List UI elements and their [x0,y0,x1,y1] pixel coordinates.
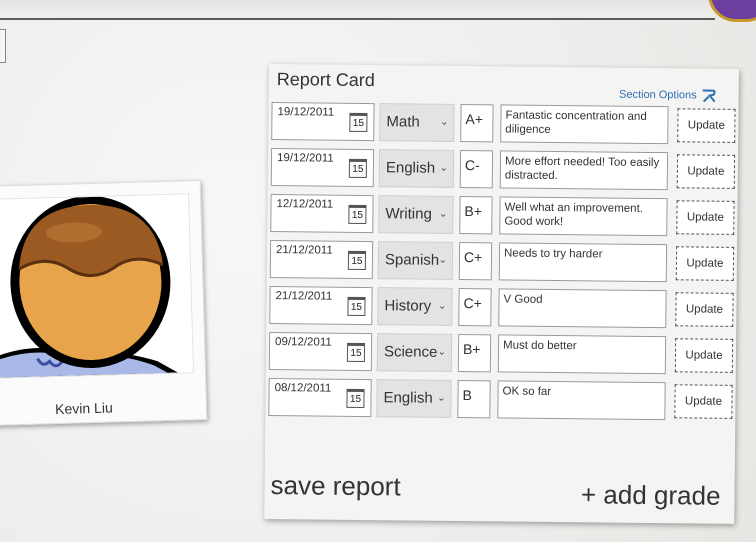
date-value: 19/12/2011 [277,106,335,119]
date-value: 09/12/2011 [275,336,332,349]
chevron-down-icon: ⌄ [437,392,446,404]
add-grade-button[interactable]: + add grade [581,479,721,511]
date-field[interactable]: 21/12/2011 15 [269,240,374,280]
comment-field[interactable]: Needs to try harder [498,242,668,283]
calendar-icon[interactable]: 15 [348,158,368,179]
top-rule [0,0,715,20]
student-avatar [0,193,194,379]
grade-rows: 19/12/2011 15 Math ⌄ A+ Fantastic concen… [268,64,739,421]
subject-dropdown[interactable]: Spanish ⌄ [377,241,454,280]
report-card-panel: Report Card Section Options 19/12/2011 1… [264,64,739,524]
subject-value: History [384,297,432,315]
calendar-icon[interactable]: 15 [347,296,366,317]
comment-field[interactable]: V Good [498,288,667,329]
subject-value: Writing [385,205,432,223]
section-options-label: Section Options [618,88,697,102]
left-edge-control[interactable] [0,29,6,63]
update-button[interactable]: Update [675,292,734,327]
date-field[interactable]: 09/12/2011 15 [268,332,373,372]
calendar-icon[interactable]: 15 [346,342,366,363]
date-value: 21/12/2011 [275,244,333,257]
grade-field[interactable]: C+ [458,242,493,281]
date-field[interactable]: 12/12/2011 15 [270,194,374,234]
chevron-down-icon: ⌄ [438,254,448,266]
date-value: 12/12/2011 [276,198,334,211]
subject-dropdown[interactable]: Writing ⌄ [378,195,454,234]
grade-field[interactable]: B+ [459,196,493,235]
subject-value: English [385,159,436,177]
date-value: 19/12/2011 [276,152,334,165]
avatar-illustration [0,196,178,378]
subject-value: Science [383,343,438,361]
student-name: Kevin Liu [54,399,113,418]
subject-dropdown[interactable]: English ⌄ [376,379,452,418]
comment-field[interactable]: OK so far [497,380,666,421]
calendar-icon[interactable]: 15 [346,388,365,409]
grade-field[interactable]: C+ [458,287,492,327]
update-button[interactable]: Update [674,338,734,373]
save-report-button[interactable]: save report [270,470,400,502]
subject-dropdown[interactable]: English ⌄ [378,149,455,188]
date-field[interactable]: 08/12/2011 15 [268,378,372,418]
calendar-icon[interactable]: 15 [349,112,368,133]
section-options-link[interactable]: Section Options [619,88,717,103]
calendar-icon[interactable]: 15 [347,250,367,271]
chevron-down-icon: ⌄ [438,300,447,312]
comment-field[interactable]: Well what an improvement. Good work! [499,196,668,237]
update-button[interactable]: Update [676,154,736,189]
comment-field[interactable]: Fantastic concentration and diligence [500,104,669,145]
subject-dropdown[interactable]: Science ⌄ [376,333,453,372]
date-field[interactable]: 19/12/2011 15 [271,102,375,142]
chevron-down-icon: ⌄ [439,162,448,174]
grade-field[interactable]: B [457,379,491,419]
update-button[interactable]: Update [677,108,736,143]
date-field[interactable]: 19/12/2011 15 [270,148,375,188]
grade-field[interactable]: C- [459,150,494,189]
subject-value: Spanish [384,251,440,269]
update-button[interactable]: Update [675,246,735,281]
calendar-icon[interactable]: 15 [348,204,367,225]
subject-dropdown[interactable]: Math ⌄ [379,103,455,142]
chevron-down-icon: ⌄ [439,116,449,128]
subject-value: English [383,389,433,407]
date-value: 08/12/2011 [274,382,332,395]
chevron-down-icon: ⌄ [437,346,447,358]
date-value: 21/12/2011 [275,290,333,303]
grade-field[interactable]: A+ [460,104,494,143]
subject-dropdown[interactable]: History ⌄ [377,287,453,326]
update-button[interactable]: Update [676,200,735,235]
date-field[interactable]: 21/12/2011 15 [269,286,373,326]
comment-field[interactable]: More effort needed! Too easily distracte… [499,150,669,191]
subject-value: Math [386,113,420,131]
update-button[interactable]: Update [674,384,733,419]
comment-field[interactable]: Must do better [497,334,667,375]
chevron-down-icon: ⌄ [438,208,448,220]
corner-badge[interactable] [708,0,756,22]
report-card-title: Report Card [276,69,375,91]
grade-field[interactable]: B+ [457,333,492,373]
student-photo-card: Kevin Liu [0,179,208,427]
section-options-icon [702,89,716,103]
